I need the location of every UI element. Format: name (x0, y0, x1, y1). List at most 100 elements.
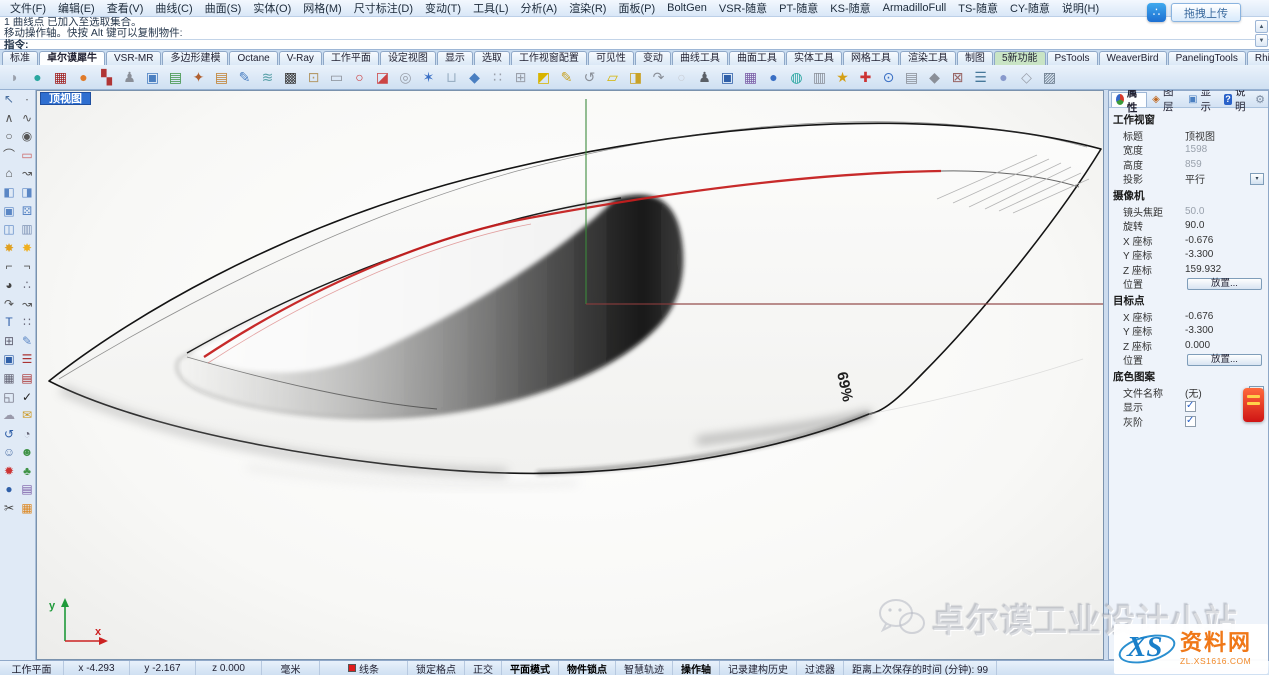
toolbar-icon-5[interactable]: ▚ (96, 67, 117, 88)
toolbar-icon-20[interactable]: ⊔ (441, 67, 462, 88)
toolbar-icon-17[interactable]: ◪ (372, 67, 393, 88)
menu-item-4[interactable]: 曲线(C) (149, 0, 198, 17)
ribbon-tab[interactable]: 5新功能 (994, 51, 1046, 65)
toolbar-icon-43[interactable]: ☰ (970, 67, 991, 88)
menu-item-9[interactable]: 变动(T) (419, 0, 467, 17)
status-coord-y[interactable]: y -2.167 (130, 661, 196, 675)
tool-icon-29[interactable]: ▣ (0, 350, 18, 369)
tool-icon-2[interactable]: ∙ (18, 90, 36, 109)
ribbon-tab[interactable]: WeaverBird (1099, 51, 1167, 65)
status-pane-过滤器[interactable]: 过滤器 (797, 661, 844, 675)
checkbox[interactable] (1185, 416, 1196, 427)
status-coord-x[interactable]: x -4.293 (64, 661, 130, 675)
status-pane-平面模式[interactable]: 平面模式 (502, 661, 559, 675)
toolbar-icon-37[interactable]: ★ (832, 67, 853, 88)
ribbon-tab[interactable]: 选取 (474, 51, 510, 65)
ribbon-tab[interactable]: V-Ray (279, 51, 322, 65)
tool-icon-27[interactable]: ⊞ (0, 332, 18, 351)
tool-icon-13[interactable]: ▣ (0, 202, 18, 221)
toolbar-icon-25[interactable]: ✎ (556, 67, 577, 88)
tool-icon-33[interactable]: ◱ (0, 388, 18, 407)
dropdown-button[interactable] (1250, 173, 1264, 185)
tool-icon-9[interactable]: ⌂ (0, 164, 18, 183)
ribbon-tab[interactable]: 制图 (957, 51, 993, 65)
checkbox[interactable] (1185, 401, 1196, 412)
ribbon-tab[interactable]: 设定视图 (380, 51, 436, 65)
menu-item-15[interactable]: VSR-随意 (713, 0, 773, 17)
tool-icon-25[interactable]: T (0, 313, 18, 332)
tool-icon-8[interactable]: ▭ (18, 146, 36, 165)
tool-icon-6[interactable]: ◉ (18, 127, 36, 146)
toolbar-icon-11[interactable]: ✎ (234, 67, 255, 88)
toolbar-icon-45[interactable]: ◇ (1016, 67, 1037, 88)
toolbar-icon-9[interactable]: ✦ (188, 67, 209, 88)
status-pane-记录建构历史[interactable]: 记录建构历史 (720, 661, 797, 675)
panel-tab-说明[interactable]: ?说明 (1219, 92, 1255, 107)
toolbar-icon-38[interactable]: ✚ (855, 67, 876, 88)
tool-icon-30[interactable]: ☰ (18, 350, 36, 369)
toolbar-icon-21[interactable]: ◆ (464, 67, 485, 88)
tool-icon-7[interactable]: ⌒ (0, 146, 18, 165)
menu-item-2[interactable]: 编辑(E) (52, 0, 101, 17)
tool-icon-36[interactable]: ✉ (18, 406, 36, 425)
toolbar-icon-13[interactable]: ▩ (280, 67, 301, 88)
menu-item-20[interactable]: CY-随意 (1004, 0, 1056, 17)
menu-item-5[interactable]: 曲面(S) (199, 0, 248, 17)
tool-icon-15[interactable]: ◫ (0, 220, 18, 239)
menu-item-16[interactable]: PT-随意 (773, 0, 824, 17)
ribbon-tab[interactable]: 多边形建模 (162, 51, 228, 65)
ribbon-tab[interactable]: VSR-MR (106, 51, 161, 65)
tool-icon-39[interactable]: ☺ (0, 443, 18, 462)
tool-icon-43[interactable]: ● (0, 480, 18, 499)
tool-icon-37[interactable]: ↺ (0, 425, 18, 444)
toolbar-icon-40[interactable]: ▤ (901, 67, 922, 88)
tool-icon-1[interactable]: ↖ (0, 90, 18, 109)
menu-item-11[interactable]: 分析(A) (515, 0, 564, 17)
toolbar-icon-32[interactable]: ▣ (717, 67, 738, 88)
tool-icon-38[interactable]: ◔ (18, 425, 36, 444)
place-button[interactable]: 放置... (1187, 278, 1262, 290)
scroll-down-icon[interactable]: ▼ (1255, 34, 1268, 47)
toolbar-icon-34[interactable]: ● (763, 67, 784, 88)
menu-item-8[interactable]: 尺寸标注(D) (348, 0, 419, 17)
toolbar-icon-8[interactable]: ▤ (165, 67, 186, 88)
tool-icon-46[interactable]: ▦ (18, 499, 36, 518)
toolbar-icon-1[interactable]: ◗ (4, 67, 25, 88)
menu-item-17[interactable]: KS-随意 (824, 0, 876, 17)
panel-tab-图层[interactable]: ◈图层 (1147, 92, 1183, 107)
toolbar-icon-18[interactable]: ◎ (395, 67, 416, 88)
toolbar-icon-15[interactable]: ▭ (326, 67, 347, 88)
ribbon-tab[interactable]: PsTools (1047, 51, 1098, 65)
menu-item-7[interactable]: 网格(M) (297, 0, 348, 17)
tool-icon-23[interactable]: ↷ (0, 295, 18, 314)
tool-icon-24[interactable]: ↝ (18, 295, 36, 314)
ribbon-tab[interactable]: 曲线工具 (672, 51, 728, 65)
tool-icon-20[interactable]: ¬ (18, 257, 36, 276)
menu-item-12[interactable]: 渲染(R) (563, 0, 612, 17)
ribbon-tab[interactable]: 曲面工具 (729, 51, 785, 65)
toolbar-icon-3[interactable]: ▦ (50, 67, 71, 88)
command-prompt[interactable]: 指令: (0, 39, 1269, 51)
place-button[interactable]: 放置... (1187, 354, 1262, 366)
toolbar-icon-44[interactable]: ● (993, 67, 1014, 88)
tool-icon-11[interactable]: ◧ (0, 183, 18, 202)
toolbar-icon-31[interactable]: ♟ (694, 67, 715, 88)
menu-item-3[interactable]: 查看(V) (101, 0, 150, 17)
baidu-pan-icon[interactable]: ∴ (1147, 3, 1166, 22)
tool-icon-40[interactable]: ☻ (18, 443, 36, 462)
toolbar-icon-16[interactable]: ○ (349, 67, 370, 88)
toolbar-icon-35[interactable]: ◍ (786, 67, 807, 88)
tool-icon-21[interactable]: ◕ (0, 276, 18, 295)
status-cplane[interactable]: 工作平面 (0, 661, 64, 675)
panel-tab-显示[interactable]: ▣显示 (1183, 92, 1219, 107)
command-scrollbar[interactable]: ▲ ▼ (1255, 20, 1268, 48)
menu-item-6[interactable]: 实体(O) (247, 0, 297, 17)
status-pane-智慧轨迹[interactable]: 智慧轨迹 (616, 661, 673, 675)
ribbon-tab[interactable]: 标准 (2, 51, 38, 65)
tool-icon-17[interactable]: ✸ (0, 239, 18, 258)
tool-icon-45[interactable]: ✂ (0, 499, 18, 518)
status-pane-操作轴[interactable]: 操作轴 (673, 661, 720, 675)
menu-item-21[interactable]: 说明(H) (1056, 0, 1105, 17)
ribbon-tab[interactable]: 可见性 (588, 51, 634, 65)
toolbar-icon-33[interactable]: ▦ (740, 67, 761, 88)
